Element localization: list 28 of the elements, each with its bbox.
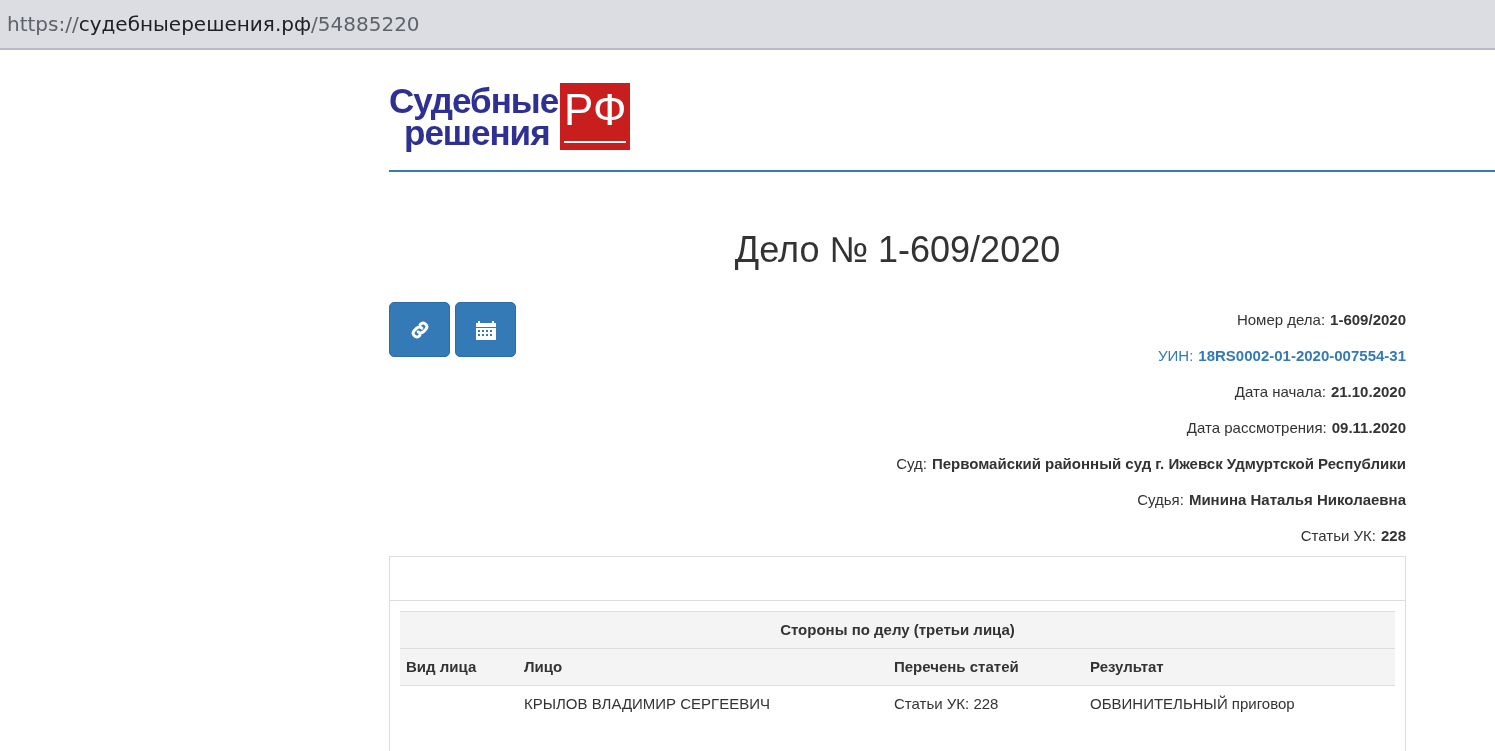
table-cell: ОБВИНИТЕЛЬНЫЙ приговор <box>1084 685 1395 723</box>
link-button[interactable] <box>389 302 450 357</box>
field-label: Статьи УК: <box>1300 525 1376 546</box>
column-header: Лицо <box>518 648 888 686</box>
column-header: Результат <box>1084 648 1395 686</box>
table-cell: КРЫЛОВ ВЛАДИМИР СЕРГЕЕВИЧ <box>518 685 888 723</box>
table-cell: Статьи УК: 228 <box>888 685 1084 723</box>
case-title: Дело № 1-609/2020 <box>733 228 1062 272</box>
column-header: Перечень статей <box>888 648 1084 686</box>
field-label: Дата рассмотрения: <box>1186 417 1327 438</box>
field-label: Номер дела: <box>1236 309 1326 330</box>
field-value: 09.11.2020 <box>1331 417 1406 438</box>
column-header: Вид лица <box>400 648 518 686</box>
field-label: Дата начала: <box>1234 381 1326 402</box>
field-value: Минина Наталья Николаевна <box>1188 489 1406 510</box>
field-value: 228 <box>1380 525 1406 546</box>
calendar-icon <box>474 318 497 341</box>
field-value: 21.10.2020 <box>1330 381 1406 402</box>
logo-badge: РФ <box>560 83 631 150</box>
table-caption: Стороны по делу (третьи лица) <box>400 611 1395 649</box>
field-label: Судья: <box>1137 489 1184 510</box>
field-label: Суд: <box>896 453 927 474</box>
calendar-button[interactable] <box>455 302 516 357</box>
field-label: УИН: <box>1158 345 1194 366</box>
field-value: Первомайский районный суд г. Ижевск Удмуртской Республики <box>931 453 1406 474</box>
address-bar[interactable]: https://судебныерешения.рф/54885220 <box>0 0 1495 50</box>
uin-link[interactable]: 18RS0002-01-2020-007554-31 <box>1198 344 1406 368</box>
field-value: 1-609/2020 <box>1330 309 1406 330</box>
